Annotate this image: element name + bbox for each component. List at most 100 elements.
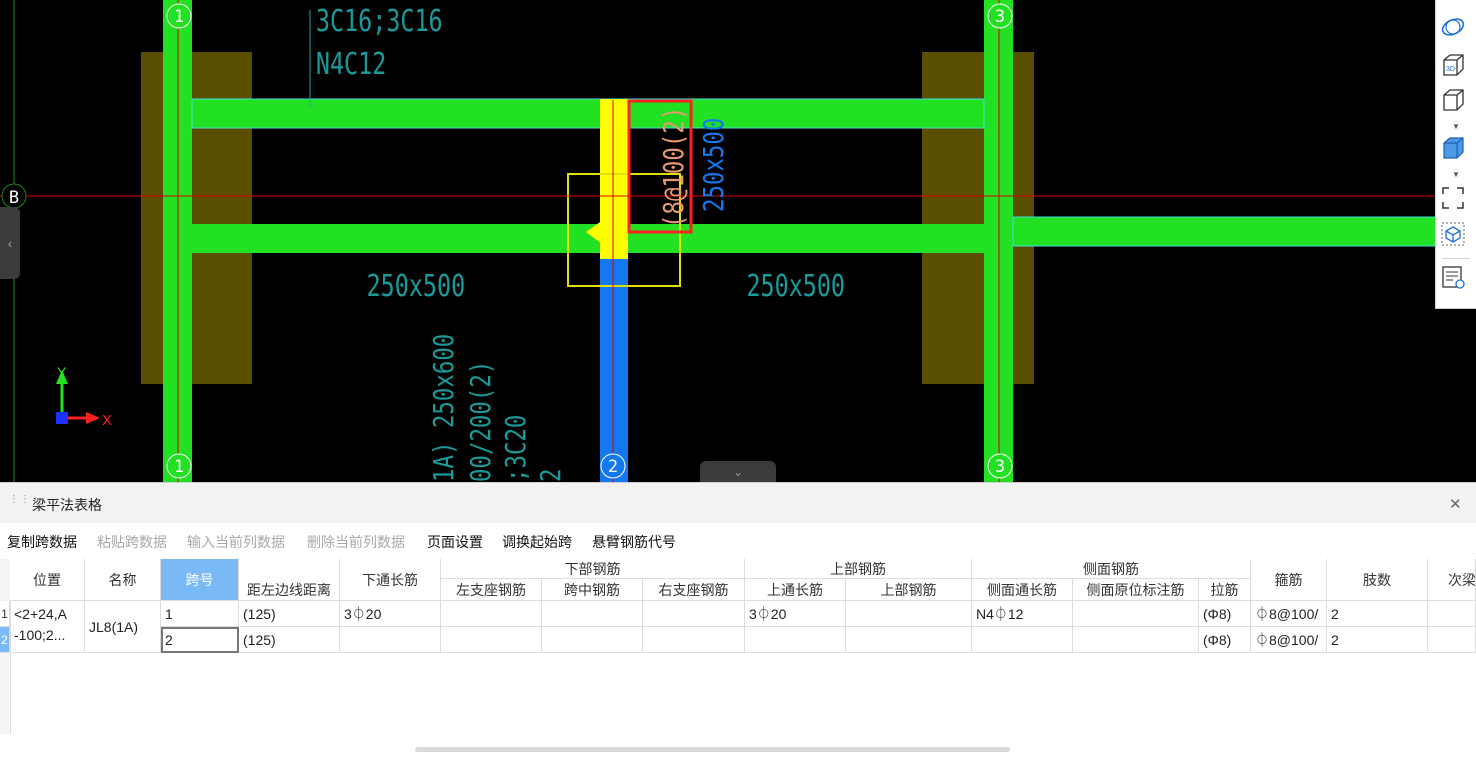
cell-top-through[interactable]: 3⏀20	[745, 601, 846, 627]
cell-tie-bar[interactable]: (Φ8)	[1199, 627, 1251, 653]
cell-left-support[interactable]	[441, 627, 542, 653]
col-header-dist-left-edge[interactable]: 距左边线距离	[239, 579, 340, 601]
cell-bottom-through[interactable]	[340, 627, 441, 653]
axis-bubble-top-3: 3	[987, 3, 1013, 29]
panel-title: 梁平法表格	[32, 497, 102, 513]
cell-right-support[interactable]	[643, 601, 745, 627]
cell-span-no-editing[interactable]: 2	[161, 627, 239, 653]
cell-mid-span[interactable]	[542, 601, 643, 627]
bottom-annotation-line4: 2	[533, 469, 566, 482]
col-header-top-rebar[interactable]: 上部钢筋	[846, 579, 972, 601]
cell-dist[interactable]: (125)	[239, 601, 340, 627]
col-header-legs[interactable]: 肢数	[1327, 559, 1428, 601]
menu-paste-span-data[interactable]: 粘贴跨数据	[97, 532, 167, 552]
beam-table: 位置 名称 跨号 距左边线距离 下通长筋 下部钢筋 左支座钢筋 跨中钢筋 右支座…	[0, 559, 1476, 734]
col-header-span-no[interactable]: 跨号	[161, 559, 239, 601]
cell-side-through[interactable]: N4⏀12	[972, 601, 1073, 627]
orbit-icon[interactable]	[1440, 15, 1472, 45]
cell-tie-bar[interactable]: (Φ8)	[1199, 601, 1251, 627]
stirrup-annotation-vertical: (8@100(2)	[656, 107, 689, 228]
cad-canvas[interactable]: 1 3 B 1 2 3 3C16;3C16 N4C12 250x500 250x…	[0, 0, 1476, 482]
menu-input-column-data[interactable]: 输入当前列数据	[187, 532, 285, 552]
left-panel-toggle[interactable]: ‹	[0, 207, 20, 279]
col-header-position[interactable]: 位置	[10, 559, 85, 601]
cell-stirrup[interactable]: ⏀8@100/	[1251, 627, 1327, 653]
menu-page-setup[interactable]: 页面设置	[427, 532, 483, 552]
fullscreen-icon[interactable]	[1440, 185, 1472, 215]
box-view-icon[interactable]	[1440, 87, 1472, 117]
svg-text:3: 3	[995, 7, 1005, 27]
cell-right-support[interactable]	[643, 627, 745, 653]
cell-mid-span[interactable]	[542, 627, 643, 653]
col-group-side-rebar: 侧面钢筋	[972, 559, 1251, 579]
col-header-secondary[interactable]: 次梁	[1428, 559, 1476, 601]
row-number[interactable]: 1	[0, 601, 10, 627]
solid-cube-icon[interactable]	[1440, 135, 1472, 165]
col-header-tie-bar[interactable]: 拉筋	[1199, 579, 1251, 601]
cell-side-through[interactable]	[972, 627, 1073, 653]
chevron-down-icon[interactable]: ▼	[1450, 170, 1462, 180]
svg-text:B: B	[9, 188, 19, 208]
cell-left-support[interactable]	[441, 601, 542, 627]
col-header-side-through[interactable]: 侧面通长筋	[972, 579, 1073, 601]
horizontal-scrollbar[interactable]	[415, 747, 1010, 752]
panel-header: ⋮⋮ 梁平法表格 ✕	[0, 483, 1476, 523]
bottom-annotation-line2: 00/200(2)	[463, 361, 496, 482]
cell-legs[interactable]: 2	[1327, 627, 1428, 653]
col-header-mid-span[interactable]: 跨中钢筋	[542, 579, 643, 601]
menu-cantilever-code[interactable]: 悬臂钢筋代号	[592, 532, 676, 552]
col-header-left-support[interactable]: 左支座钢筋	[441, 579, 542, 601]
axis-bubble-bottom-1: 1	[166, 453, 192, 479]
svg-text:1: 1	[174, 7, 184, 27]
cell-dist[interactable]: (125)	[239, 627, 340, 653]
col-header-top-through[interactable]: 上通长筋	[745, 579, 846, 601]
bottom-panel-toggle[interactable]: ⌄	[700, 461, 776, 482]
cell-span-no[interactable]: 1	[161, 601, 239, 627]
cell-top-rebar[interactable]	[846, 601, 972, 627]
col-header-side-in-situ[interactable]: 侧面原位标注筋	[1073, 579, 1199, 601]
close-icon[interactable]: ✕	[1449, 495, 1462, 513]
menu-swap-start-span[interactable]: 调换起始跨	[502, 532, 572, 552]
cell-bottom-through[interactable]: 3⏀20	[340, 601, 441, 627]
row-number[interactable]: 2	[0, 627, 10, 653]
layer-list-icon[interactable]	[1440, 264, 1472, 294]
cell-legs[interactable]: 2	[1327, 601, 1428, 627]
svg-text:3: 3	[995, 457, 1005, 477]
cell-name[interactable]: JL8(1A)	[85, 601, 161, 653]
menu-delete-column-data[interactable]: 删除当前列数据	[307, 532, 405, 552]
menu-copy-span-data[interactable]: 复制跨数据	[7, 532, 77, 552]
col-header-name[interactable]: 名称	[85, 559, 161, 601]
bottom-annotation-line1: 1A) 250x600	[426, 334, 459, 482]
cell-secondary[interactable]	[1428, 601, 1476, 627]
cell-top-through[interactable]	[745, 627, 846, 653]
col-group-top-rebar: 上部钢筋	[745, 559, 972, 579]
beam-horizontal-middle[interactable]	[192, 224, 984, 253]
drag-grip-icon[interactable]: ⋮⋮	[9, 495, 30, 511]
col-header-bottom-through[interactable]: 下通长筋	[340, 559, 441, 601]
cell-secondary[interactable]	[1428, 627, 1476, 653]
beam-horizontal-right[interactable]	[1012, 216, 1437, 247]
cell-position[interactable]: <2+24,A	[10, 601, 85, 627]
beam-horizontal-top[interactable]	[191, 98, 985, 129]
cell-side-in-situ[interactable]	[1073, 627, 1199, 653]
drawing[interactable]: 1 3 B 1 2 3 3C16;3C16 N4C12 250x500 250x…	[0, 0, 1476, 482]
col-header-dist-top	[239, 559, 340, 579]
bottom-annotation-line3: ;3C20	[498, 415, 531, 482]
svg-text:X: X	[102, 412, 112, 429]
svg-text:Y: Y	[57, 364, 67, 380]
chevron-down-icon[interactable]: ▼	[1450, 122, 1462, 132]
view-3d-icon[interactable]: 3D	[1440, 52, 1472, 82]
cell-top-rebar[interactable]	[846, 627, 972, 653]
cell-position[interactable]: -100;2...	[10, 627, 85, 653]
col-header-stirrup[interactable]: 箍筋	[1251, 559, 1327, 601]
axis-bubble-bottom-2: 2	[600, 453, 626, 479]
col-header-right-support[interactable]: 右支座钢筋	[643, 579, 745, 601]
svg-text:3D: 3D	[1446, 66, 1455, 73]
cell-side-in-situ[interactable]	[1073, 601, 1199, 627]
svg-text:2: 2	[608, 457, 618, 477]
beam-size-label-right: 250x500	[746, 269, 845, 304]
dashed-cube-icon[interactable]	[1440, 221, 1472, 251]
ucs-icon: Y X	[56, 364, 112, 429]
cell-stirrup[interactable]: ⏀8@100/	[1251, 601, 1327, 627]
selected-beam[interactable]	[600, 240, 628, 482]
